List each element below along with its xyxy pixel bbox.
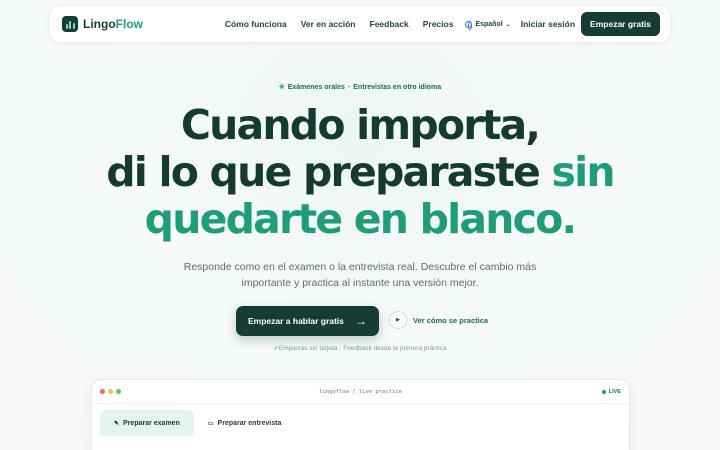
pen-icon: ✎: [114, 420, 120, 427]
start-free-button[interactable]: Empezar gratis: [581, 12, 660, 36]
globe-icon: [465, 20, 473, 30]
subtitle-line-2: importante y practica al instante una ve…: [241, 277, 479, 289]
start-speaking-button[interactable]: Empezar a hablar gratis →: [236, 306, 379, 336]
logo-text: LingoFlow: [83, 17, 143, 31]
watch-demo-button[interactable]: ▶ Ver cómo se practica: [389, 311, 488, 329]
badge-item-exams: Exámenes orales: [287, 84, 345, 91]
logo-text-main: Lingo: [83, 17, 116, 31]
watch-demo-label: Ver cómo se practica: [413, 315, 489, 325]
preview-tabs: ✎ Preparar examen ▭ Preparar entrevista: [92, 404, 629, 436]
logo-bars-icon: [62, 16, 78, 32]
preview-window-title: lingoflow / live practice: [319, 388, 402, 395]
start-speaking-label: Empezar a hablar gratis: [248, 316, 344, 326]
app-preview-window: lingoflow / live practice LIVE ✎ Prepara…: [91, 379, 630, 450]
top-navbar: LingoFlow Cómo funciona Ver en acción Fe…: [50, 6, 670, 42]
hero-line-2: di lo que preparaste sin: [0, 149, 720, 196]
tab-preparar-entrevista[interactable]: ▭ Preparar entrevista: [194, 410, 296, 436]
fine-print-feedback: Feedback desde la primera práctica: [343, 345, 447, 352]
fine-print: ✓Empiezas sin tarjeta · Feedback desde l…: [0, 344, 720, 352]
tab-preparar-examen[interactable]: ✎ Preparar examen: [100, 410, 194, 436]
hero-line-3: quedarte en blanco.: [144, 195, 577, 243]
hero-line-1: Cuando importa,: [180, 101, 541, 149]
play-icon: ▶: [389, 311, 407, 329]
nav-links: Cómo funciona Ver en acción Feedback Pre…: [225, 19, 454, 29]
sparkle-icon: ✳: [278, 84, 285, 91]
chevron-down-icon: ⌄: [505, 21, 511, 28]
tab-label: Preparar entrevista: [217, 419, 282, 427]
language-selector[interactable]: Español ⌄: [465, 20, 511, 30]
eyebrow-badge: ✳ Exámenes orales · Entrevistas en otro idi…: [0, 83, 720, 91]
language-label: Español: [475, 20, 503, 28]
logo-text-accent: Flow: [115, 17, 143, 31]
fine-print-no-card: Empiezas sin tarjeta: [278, 345, 338, 352]
login-link[interactable]: Iniciar sesión: [521, 19, 575, 29]
briefcase-icon: ▭: [207, 420, 214, 427]
subtitle-line-1: Responde como en el examen o la entrevis…: [183, 261, 537, 273]
hero-headline: Cuando importa, di lo que preparaste sin…: [0, 102, 720, 243]
nav-link-precios[interactable]: Precios: [423, 19, 454, 29]
hero-line-2-accent: sin: [551, 148, 616, 196]
preview-title-bar: lingoflow / live practice LIVE: [92, 380, 629, 404]
tab-label: Preparar examen: [123, 419, 180, 427]
nav-link-como-funciona[interactable]: Cómo funciona: [225, 19, 287, 29]
nav-link-ver-en-accion[interactable]: Ver en acción: [301, 19, 356, 29]
fine-print-separator: ·: [339, 345, 342, 352]
hero-subtitle: Responde como en el examen o la entrevis…: [0, 259, 720, 291]
logo[interactable]: LingoFlow: [62, 16, 143, 32]
badge-separator: ·: [347, 84, 351, 91]
hero-line-2-main: di lo que preparaste: [106, 148, 552, 196]
arrow-right-icon: →: [355, 314, 367, 328]
nav-link-feedback[interactable]: Feedback: [370, 19, 409, 29]
badge-item-interviews: Entrevistas en otro idioma: [353, 84, 442, 91]
